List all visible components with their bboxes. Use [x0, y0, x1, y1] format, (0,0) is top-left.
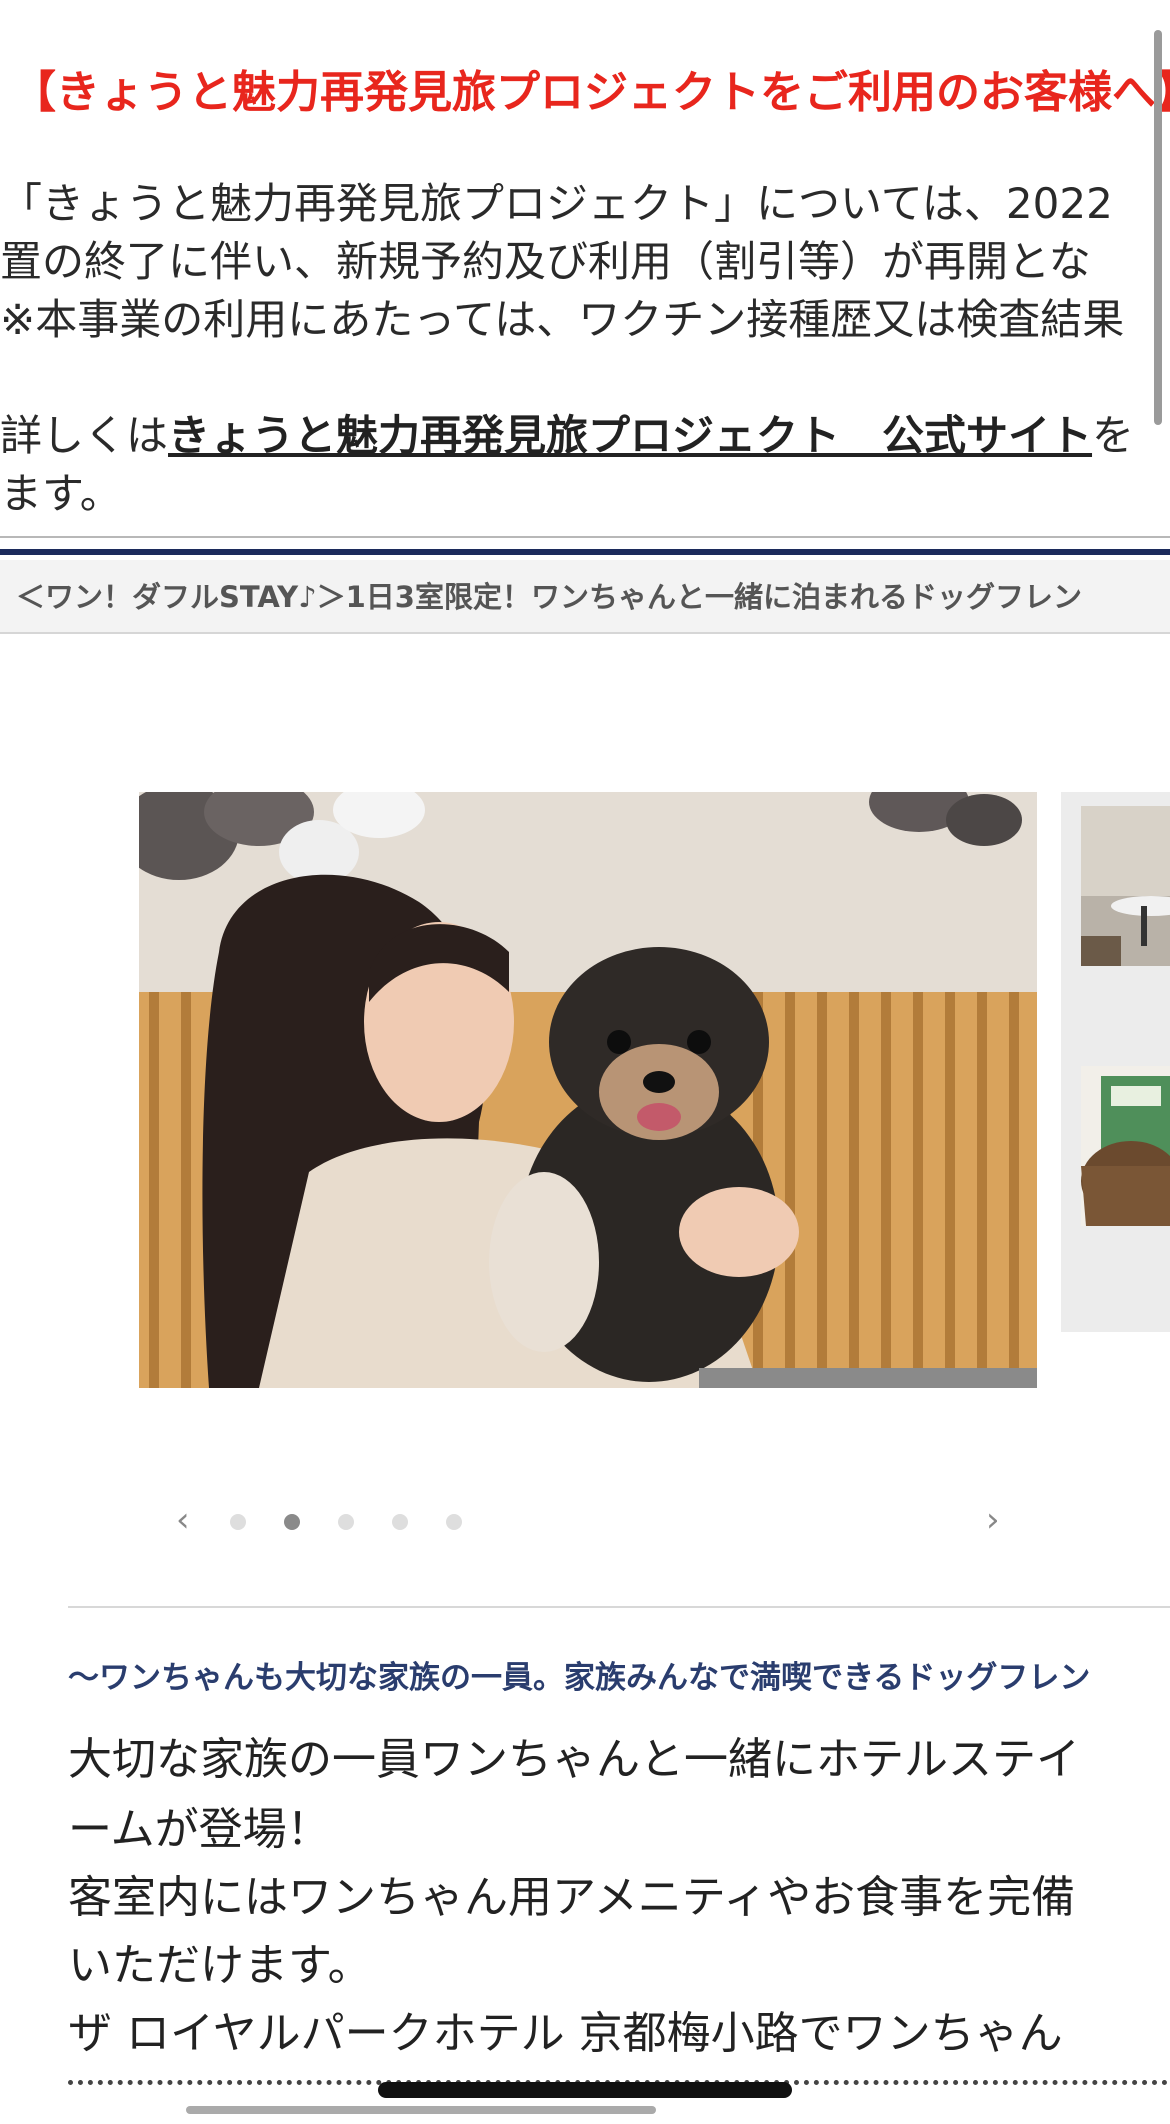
plan-catchphrase: 〜ワンちゃんも大切な家族の一員。家族みんなで満喫できるドッグフレン: [68, 1660, 1091, 1696]
thumbnail-amenities-image: [1081, 1066, 1170, 1226]
main-photo-woman-with-dog[interactable]: [139, 792, 1037, 1388]
thumbnail-panel: [1061, 792, 1170, 1332]
thumbnail-room[interactable]: [1081, 806, 1170, 966]
photo-illustration: [139, 792, 1037, 1388]
notice-details-prefix: 詳しくは: [0, 411, 169, 460]
notice-details-suffix: を: [1092, 411, 1135, 460]
description-line: 客室内にはワンちゃん用アメニティやお食事を完備: [68, 1872, 1076, 1923]
notice-text-line: 置の終了に伴い、新規予約及び利用（割引等）が再開とな: [0, 237, 1091, 286]
notice-text-line: ※本事業の利用にあたっては、ワクチン接種歴又は検査結果: [0, 295, 1125, 344]
description-line: 大切な家族の一員ワンちゃんと一緒にホテルステイ: [68, 1734, 1080, 1785]
section-divider: [68, 1606, 1170, 1608]
carousel-dot[interactable]: [338, 1514, 354, 1530]
carousel-dot-active[interactable]: [284, 1514, 300, 1530]
carousel-dot[interactable]: [230, 1514, 246, 1530]
thumbnail-amenities[interactable]: [1081, 1066, 1170, 1226]
gallery-navigation: ‹ ›: [0, 1500, 1170, 1540]
notice-title: 【きょうと魅力再発見旅プロジェクトをご利用のお客様へ】: [12, 67, 1170, 118]
description-line: ームが登場！: [68, 1804, 331, 1855]
plan-title-bar[interactable]: ＜ワン！ダフルSTAY♪＞1日3室限定！ワンちゃんと一緒に泊まれるドッグフレン: [0, 560, 1170, 634]
notice-text-line: 「きょうと魅力再発見旅プロジェクト」については、2022: [0, 179, 1113, 228]
description-line: ザ ロイヤルパークホテル 京都梅小路でワンちゃん: [68, 2008, 1063, 2059]
official-site-link[interactable]: きょうと魅力再発見旅プロジェクト 公式サイト: [168, 411, 1092, 460]
horizontal-scrollbar[interactable]: [186, 2106, 656, 2114]
notice-details-line: 詳しくはきょうと魅力再発見旅プロジェクト 公式サイトを: [0, 408, 1170, 464]
carousel-dot[interactable]: [446, 1514, 462, 1530]
navy-rule: [0, 549, 1170, 555]
notice-text-line: ます。: [0, 469, 122, 518]
description-line: いただけます。: [68, 1940, 372, 1991]
chevron-left-icon[interactable]: ‹: [176, 1500, 190, 1540]
carousel-dot[interactable]: [392, 1514, 408, 1530]
thumbnail-room-image: [1081, 806, 1170, 966]
vertical-scrollbar[interactable]: [1154, 30, 1162, 425]
chevron-right-icon[interactable]: ›: [986, 1500, 1000, 1540]
divider: [0, 536, 1170, 538]
home-indicator[interactable]: [378, 2082, 792, 2098]
